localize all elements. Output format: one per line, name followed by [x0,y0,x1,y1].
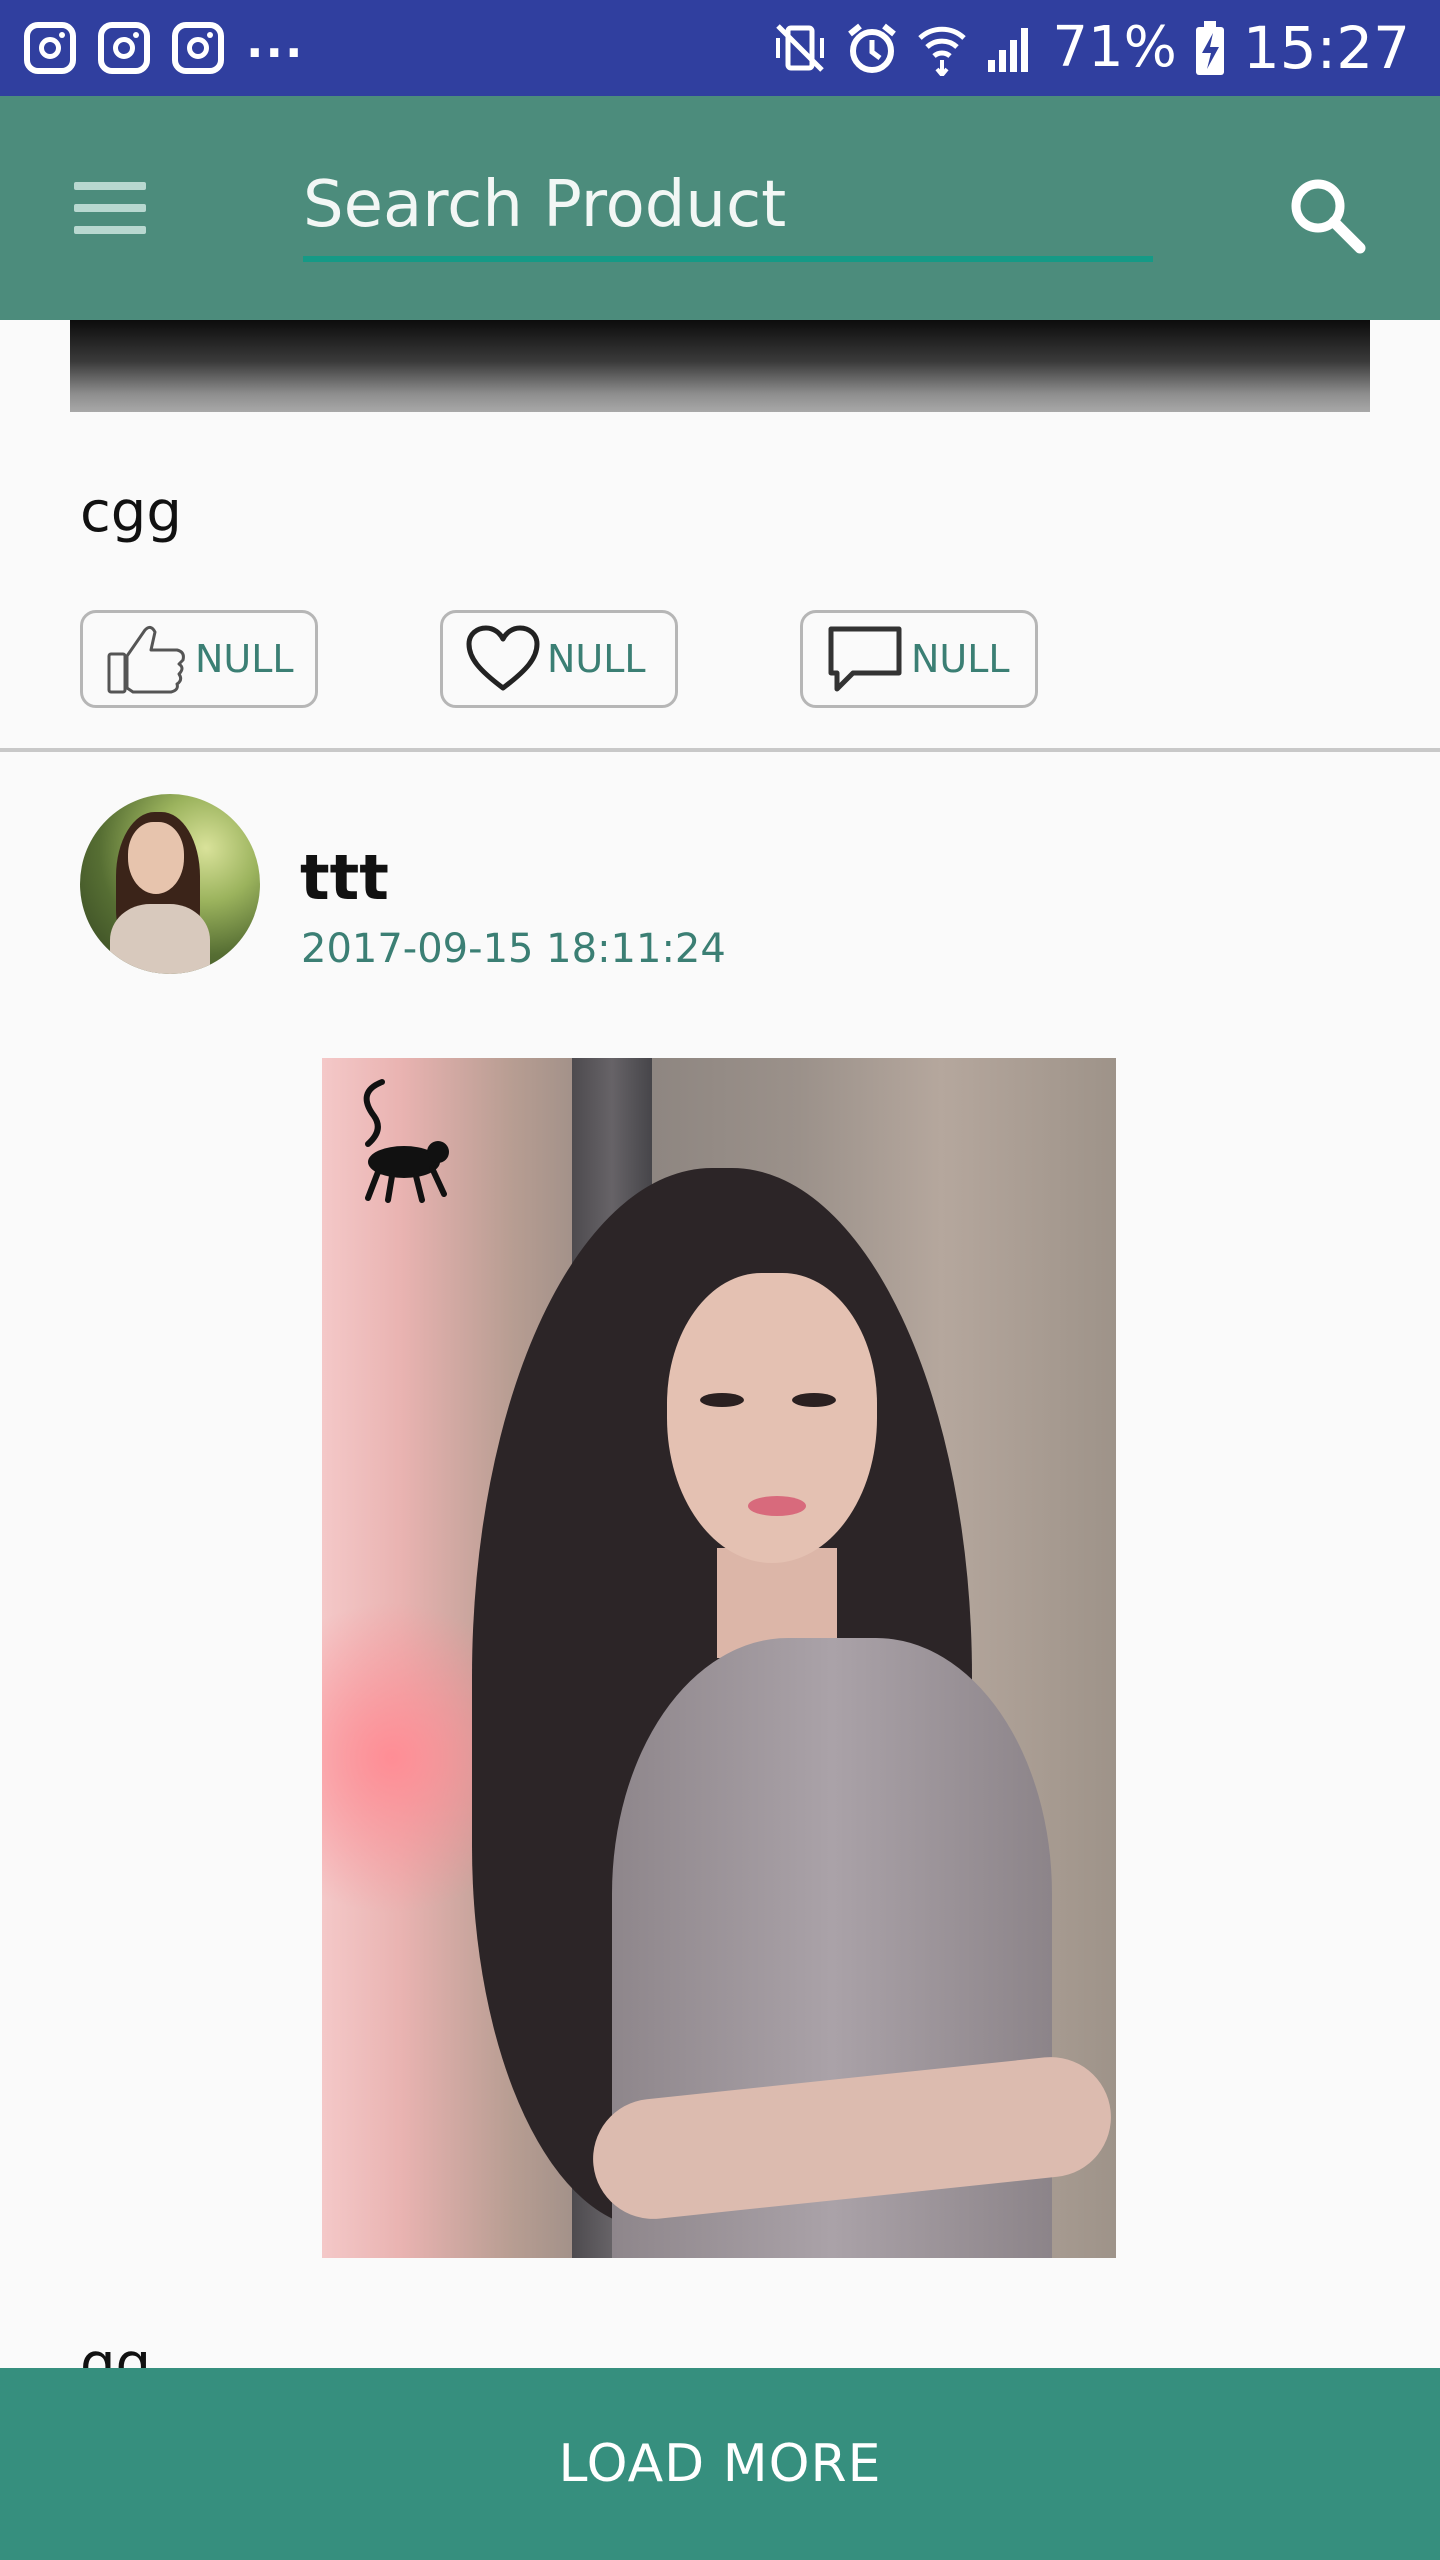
search-underline [303,256,1153,262]
favorite-button[interactable]: NULL [440,610,678,708]
menu-icon[interactable] [70,180,154,238]
comment-count: NULL [911,637,1010,681]
thumbs-up-icon [107,625,185,694]
instagram-icon [98,22,150,74]
search-icon [1291,179,1366,254]
alarm-icon [848,23,897,73]
like-button[interactable]: NULL [80,610,318,708]
wifi-icon [918,26,967,76]
instagram-icon [24,22,76,74]
avatar[interactable] [80,794,260,974]
load-more-button[interactable]: LOAD MORE [0,2368,1440,2560]
post-timestamp: 2017-09-15 18:11:24 [301,926,726,972]
vibrate-mute-icon [776,24,825,72]
search-input[interactable] [303,160,1153,250]
search-field [303,148,1153,268]
previous-post-image [70,320,1370,412]
favorite-count: NULL [547,637,646,681]
like-count: NULL [195,637,294,681]
signal-icon [988,28,1029,72]
app-bar [0,96,1440,320]
status-bar: ... 71% 15:27 [0,0,1440,96]
more-notifications: ... [246,14,305,68]
post-author: ttt [300,841,389,914]
previous-post-caption: cgg [80,480,182,545]
clock: 15:27 [1242,14,1410,82]
battery-percent: 71% [1052,15,1177,80]
system-icons: 71% 15:27 [772,16,1410,80]
post-divider [0,748,1440,752]
heart-icon [466,625,540,691]
comment-button[interactable]: NULL [800,610,1038,708]
comment-icon [828,626,902,692]
notification-icons: ... [24,14,304,76]
post-photo[interactable] [322,1058,1116,2258]
monkey-logo-icon [363,1079,449,1203]
instagram-icon [172,22,224,74]
battery-charging-icon [1195,21,1224,75]
search-button[interactable] [1280,168,1376,264]
